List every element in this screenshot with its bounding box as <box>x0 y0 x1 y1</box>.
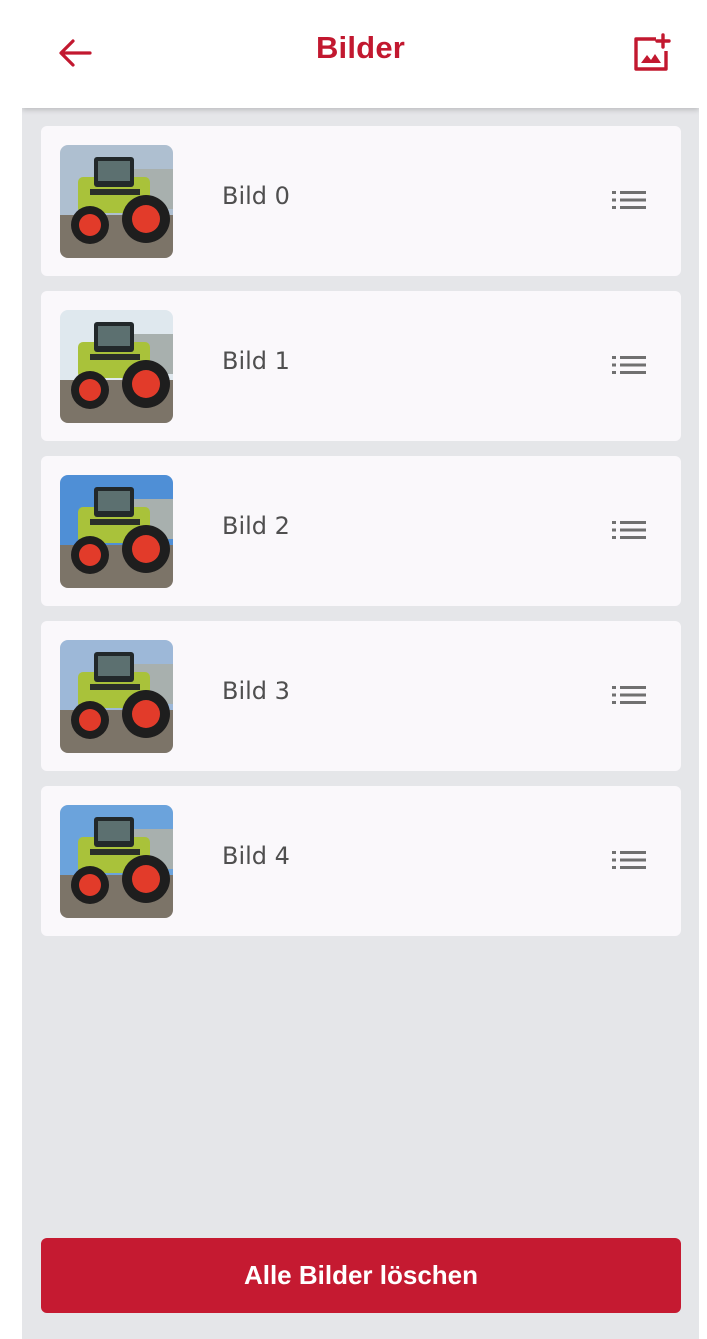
item-label: Bild 0 <box>222 182 290 210</box>
add-image-button[interactable] <box>628 32 678 78</box>
image-list: Bild 0 Bild 1 Bild 2 Bild 3 Bild 4 <box>41 126 681 951</box>
item-menu-button[interactable] <box>609 350 649 384</box>
list-icon <box>611 353 647 381</box>
thumbnail[interactable] <box>60 310 173 423</box>
item-menu-button[interactable] <box>609 845 649 879</box>
list-item[interactable]: Bild 1 <box>41 291 681 441</box>
item-menu-button[interactable] <box>609 680 649 714</box>
tractor-photo <box>60 145 173 258</box>
list-item[interactable]: Bild 3 <box>41 621 681 771</box>
item-label: Bild 2 <box>222 512 290 540</box>
app-bar: Bilder <box>22 0 699 108</box>
item-label: Bild 1 <box>222 347 290 375</box>
list-item[interactable]: Bild 2 <box>41 456 681 606</box>
list-icon <box>611 518 647 546</box>
tractor-photo <box>60 475 173 588</box>
tractor-photo <box>60 805 173 918</box>
tractor-photo <box>60 640 173 753</box>
thumbnail[interactable] <box>60 640 173 753</box>
item-menu-button[interactable] <box>609 185 649 219</box>
thumbnail[interactable] <box>60 145 173 258</box>
item-label: Bild 4 <box>222 842 290 870</box>
list-item[interactable]: Bild 4 <box>41 786 681 936</box>
delete-all-button[interactable]: Alle Bilder löschen <box>41 1238 681 1313</box>
list-icon <box>611 848 647 876</box>
page-title: Bilder <box>315 30 406 65</box>
item-menu-button[interactable] <box>609 515 649 549</box>
thumbnail[interactable] <box>60 475 173 588</box>
list-icon <box>611 188 647 216</box>
list-item[interactable]: Bild 0 <box>41 126 681 276</box>
item-label: Bild 3 <box>222 677 290 705</box>
screen: Bilder Bild 0 Bild 1 Bild 2 Bild 3 Bild … <box>22 0 699 1339</box>
add-photo-icon <box>632 33 674 77</box>
list-icon <box>611 683 647 711</box>
thumbnail[interactable] <box>60 805 173 918</box>
tractor-photo <box>60 310 173 423</box>
